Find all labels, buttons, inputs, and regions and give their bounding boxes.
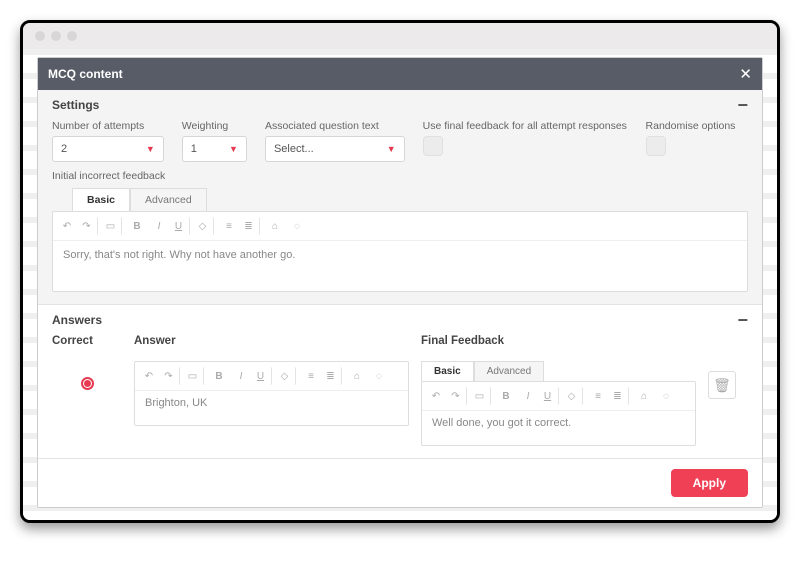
redo-icon[interactable]: ↷	[449, 387, 467, 405]
dialog-header: MCQ content ✕	[38, 58, 762, 90]
incorrect-feedback-label: Initial incorrect feedback	[52, 170, 748, 182]
dialog-title: MCQ content	[48, 67, 123, 81]
link-icon[interactable]: ⌂	[266, 217, 284, 235]
browser-frame: MCQ content ✕ Settings − Number of attem…	[20, 20, 780, 523]
answer-text[interactable]: Brighton, UK	[135, 391, 408, 425]
undo-icon[interactable]: ↶	[140, 367, 158, 385]
assoc-question-value: Select...	[274, 143, 314, 155]
bold-icon[interactable]: B	[128, 217, 146, 235]
traffic-light-min	[51, 31, 61, 41]
feedback-text[interactable]: Well done, you got it correct.	[422, 411, 695, 445]
feedback-editor: ↶ ↷ ▭ B I U ◇ ≡ ≣ ⌂	[421, 381, 696, 446]
incorrect-feedback-editor: ↶ ↷ ▭ B I U ◇ ≡ ≣ ⌂ ◌ Sorry, that's	[52, 211, 748, 292]
feedback-tab-basic[interactable]: Basic	[421, 361, 474, 381]
apply-button[interactable]: Apply	[671, 469, 748, 497]
list-ol-icon[interactable]: ≡	[589, 387, 607, 405]
unlink-icon[interactable]: ◌	[288, 217, 306, 235]
italic-icon[interactable]: I	[232, 367, 250, 385]
italic-icon[interactable]: I	[150, 217, 168, 235]
attempts-value: 2	[61, 143, 67, 155]
caret-down-icon: ▼	[146, 144, 155, 154]
bold-icon[interactable]: B	[497, 387, 515, 405]
caret-down-icon: ▼	[387, 144, 396, 154]
traffic-light-max	[67, 31, 77, 41]
editor-toolbar: ↶ ↷ ▭ B I U ◇ ≡ ≣ ⌂ ◌	[53, 212, 747, 241]
feedback-toolbar: ↶ ↷ ▭ B I U ◇ ≡ ≣ ⌂	[422, 382, 695, 411]
list-ol-icon[interactable]: ≡	[220, 217, 238, 235]
incorrect-feedback-text[interactable]: Sorry, that's not right. Why not have an…	[53, 241, 747, 291]
answer-editor: ↶ ↷ ▭ B I U ◇ ≡ ≣ ⌂	[134, 361, 409, 426]
weighting-select[interactable]: 1 ▼	[182, 136, 247, 162]
tab-advanced[interactable]: Advanced	[130, 188, 207, 211]
trash-icon: 🗑	[713, 377, 731, 394]
randomise-label: Randomise options	[646, 120, 748, 132]
dialog-footer: Apply	[38, 459, 762, 507]
undo-icon[interactable]: ↶	[58, 217, 76, 235]
redo-icon[interactable]: ↷	[162, 367, 180, 385]
link-icon[interactable]: ⌂	[635, 387, 653, 405]
radio-dot-icon	[84, 380, 91, 387]
randomise-checkbox[interactable]	[646, 136, 666, 156]
mcq-content-dialog: MCQ content ✕ Settings − Number of attem…	[37, 57, 763, 508]
attempts-label: Number of attempts	[52, 120, 164, 132]
undo-icon[interactable]: ↶	[427, 387, 445, 405]
caret-down-icon: ▼	[229, 144, 238, 154]
attempts-select[interactable]: 2 ▼	[52, 136, 164, 162]
close-icon[interactable]: ✕	[739, 65, 752, 83]
col-correct: Correct	[52, 335, 122, 347]
unlink-icon[interactable]: ◌	[657, 387, 675, 405]
tab-basic[interactable]: Basic	[72, 188, 130, 211]
weighting-label: Weighting	[182, 120, 247, 132]
settings-section: Settings − Number of attempts 2 ▼ We	[38, 90, 762, 305]
collapse-answers-icon[interactable]: −	[737, 315, 748, 325]
list-ol-icon[interactable]: ≡	[302, 367, 320, 385]
correct-radio[interactable]	[81, 377, 94, 390]
list-ul-icon[interactable]: ≣	[324, 367, 342, 385]
answer-toolbar: ↶ ↷ ▭ B I U ◇ ≡ ≣ ⌂	[135, 362, 408, 391]
delete-answer-button[interactable]: 🗑	[708, 371, 736, 399]
clear-format-icon[interactable]: ◇	[278, 367, 296, 385]
collapse-settings-icon[interactable]: −	[737, 100, 748, 110]
image-icon[interactable]: ▭	[186, 367, 204, 385]
traffic-light-close	[35, 31, 45, 41]
underline-icon[interactable]: U	[541, 387, 559, 405]
weighting-value: 1	[191, 143, 197, 155]
col-feedback: Final Feedback	[421, 335, 696, 347]
unlink-icon[interactable]: ◌	[370, 367, 388, 385]
answers-section: Answers − Correct Answer Final Feedback	[38, 305, 762, 459]
bold-icon[interactable]: B	[210, 367, 228, 385]
feedback-tab-advanced[interactable]: Advanced	[474, 361, 544, 381]
list-ul-icon[interactable]: ≣	[242, 217, 260, 235]
col-answer: Answer	[134, 335, 409, 347]
settings-heading: Settings	[52, 98, 99, 112]
redo-icon[interactable]: ↷	[80, 217, 98, 235]
clear-format-icon[interactable]: ◇	[565, 387, 583, 405]
browser-titlebar	[23, 23, 777, 49]
final-feedback-checkbox[interactable]	[423, 136, 443, 156]
list-ul-icon[interactable]: ≣	[611, 387, 629, 405]
clear-format-icon[interactable]: ◇	[196, 217, 214, 235]
underline-icon[interactable]: U	[172, 217, 190, 235]
answers-heading: Answers	[52, 313, 102, 327]
assoc-question-select[interactable]: Select... ▼	[265, 136, 405, 162]
image-icon[interactable]: ▭	[104, 217, 122, 235]
image-icon[interactable]: ▭	[473, 387, 491, 405]
assoc-question-label: Associated question text	[265, 120, 405, 132]
final-feedback-label: Use final feedback for all attempt respo…	[423, 120, 628, 132]
italic-icon[interactable]: I	[519, 387, 537, 405]
link-icon[interactable]: ⌂	[348, 367, 366, 385]
underline-icon[interactable]: U	[254, 367, 272, 385]
